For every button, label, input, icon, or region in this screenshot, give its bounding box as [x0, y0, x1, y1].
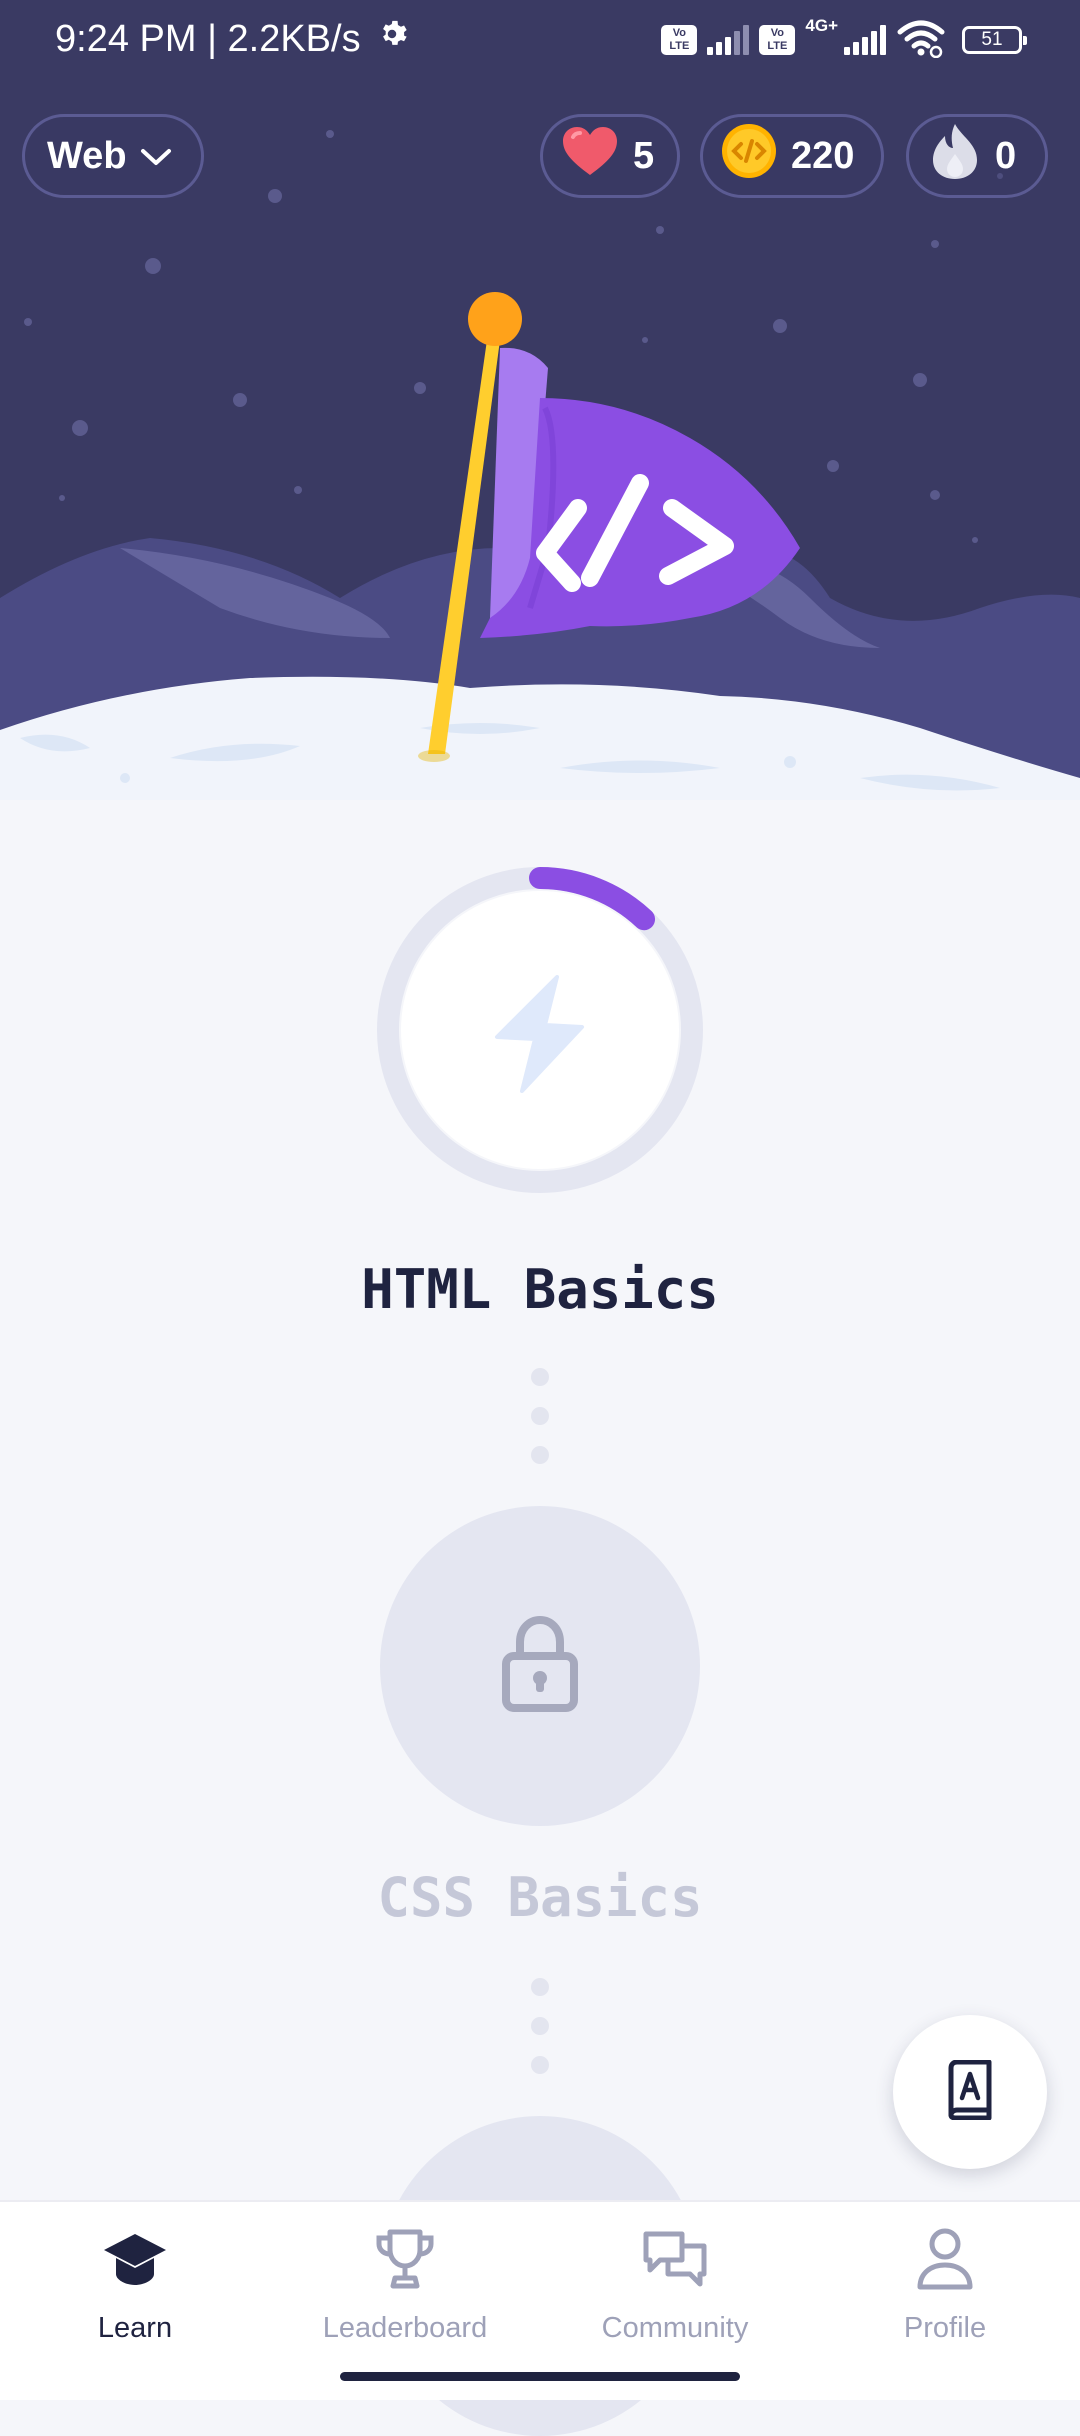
- nav-label-learn: Learn: [97, 2312, 173, 2344]
- css-basics-title: CSS Basics: [377, 1866, 703, 1929]
- signal-strength-icon: [707, 25, 750, 55]
- coins-count: 220: [791, 134, 855, 177]
- bottom-navigation: Learn Leaderboard Community Profile: [0, 2200, 1080, 2400]
- hearts-counter-button[interactable]: 5: [540, 114, 680, 198]
- volte-icon-2: Vo LTE: [759, 25, 796, 55]
- status-bar: 9:24 PM | 2.2KB/s Vo LTE Vo LTE 4G+ 51: [0, 0, 1080, 78]
- css-basics-module-node[interactable]: [380, 1506, 700, 1826]
- course-selector-label: Web: [47, 134, 127, 177]
- flame-icon: [931, 122, 979, 190]
- nav-label-leaderboard: Leaderboard: [322, 2312, 488, 2344]
- status-right: Vo LTE Vo LTE 4G+ 51: [661, 16, 1027, 63]
- nav-label-profile: Profile: [903, 2312, 987, 2344]
- html-basics-module-node[interactable]: [377, 867, 703, 1193]
- streak-count: 0: [995, 134, 1017, 177]
- status-left: 9:24 PM | 2.2KB/s: [55, 14, 409, 64]
- battery-icon: 51: [962, 26, 1027, 54]
- html-basics-title: HTML Basics: [361, 1258, 719, 1321]
- streak-counter-button[interactable]: 0: [906, 114, 1048, 198]
- status-time-speed: 9:24 PM | 2.2KB/s: [55, 18, 361, 60]
- user-icon: [910, 2224, 980, 2294]
- path-connector-dots-2: [531, 1978, 549, 2095]
- settings-gear-icon: [375, 14, 409, 64]
- heart-icon: [561, 125, 619, 187]
- coin-icon: [721, 123, 777, 189]
- signal-strength-icon-2: [844, 25, 886, 55]
- lock-icon: [500, 1614, 580, 1719]
- home-indicator[interactable]: [340, 2372, 740, 2381]
- coins-counter-button[interactable]: 220: [700, 114, 884, 198]
- book-icon: [945, 2059, 995, 2125]
- network-type: 4G+: [805, 16, 838, 35]
- nav-item-learn[interactable]: Learn: [0, 2224, 270, 2345]
- chevron-down-icon: [139, 135, 173, 178]
- nav-label-community: Community: [601, 2312, 749, 2344]
- path-connector-dots: [531, 1368, 549, 1485]
- hearts-count: 5: [633, 134, 655, 177]
- chat-bubbles-icon: [640, 2224, 710, 2294]
- nav-item-leaderboard[interactable]: Leaderboard: [270, 2224, 540, 2345]
- trophy-icon: [370, 2224, 440, 2294]
- nav-item-profile[interactable]: Profile: [810, 2224, 1080, 2345]
- nav-item-community[interactable]: Community: [540, 2224, 810, 2345]
- course-selector-button[interactable]: Web: [22, 114, 204, 198]
- wifi-icon: [896, 18, 946, 63]
- volte-icon: Vo LTE: [661, 25, 698, 55]
- graduation-cap-icon: [100, 2224, 170, 2294]
- glossary-book-button[interactable]: [893, 2015, 1047, 2169]
